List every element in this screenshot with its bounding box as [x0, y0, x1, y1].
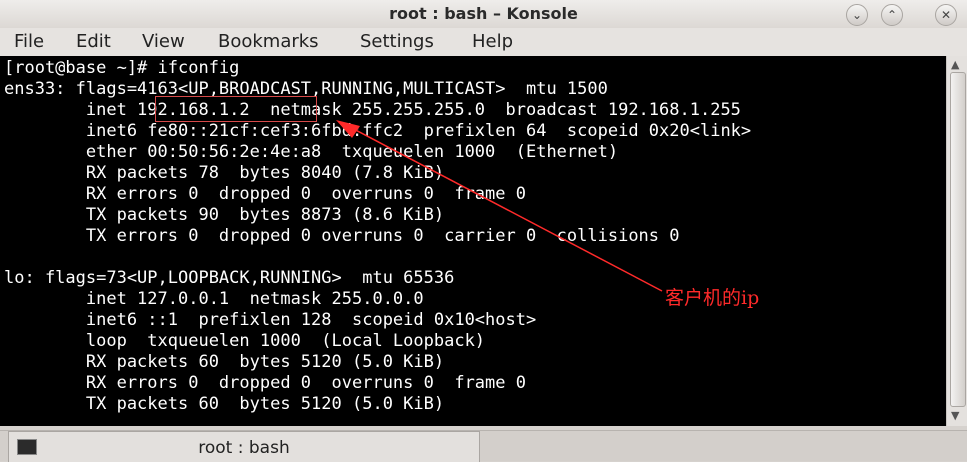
vertical-scrollbar[interactable]: ▲ ▼ [946, 56, 967, 426]
menu-settings[interactable]: Settings [360, 31, 434, 52]
scroll-up-icon[interactable]: ▲ [951, 58, 959, 71]
terminal-line: loop txqueuelen 1000 (Local Loopback) [4, 331, 486, 351]
terminal-line: ether 00:50:56:2e:4e:a8 txqueuelen 1000 … [4, 142, 619, 162]
title-bar: root : bash – Konsole ⌄ ⌃ ✕ [0, 0, 967, 28]
maximize-icon[interactable]: ⌃ [881, 4, 903, 26]
menu-help[interactable]: Help [472, 31, 513, 52]
terminal-line: inet6 fe80::21cf:cef3:6fbd:ffc2 prefixle… [4, 121, 752, 141]
scroll-down-icon[interactable]: ▼ [951, 409, 959, 422]
terminal-line: RX errors 0 dropped 0 overruns 0 frame 0 [4, 184, 526, 204]
terminal-line: TX errors 0 dropped 0 overruns 0 carrier… [4, 226, 680, 246]
annotation-label: 客户机的ip [665, 287, 760, 309]
terminal-line: RX errors 0 dropped 0 overruns 0 frame 0 [4, 373, 526, 393]
close-icon[interactable]: ✕ [935, 4, 957, 26]
ip-highlight-box [155, 96, 317, 122]
terminal-output[interactable]: [root@base ~]# ifconfig ens33: flags=416… [0, 56, 946, 426]
terminal-line: TX packets 90 bytes 8873 (8.6 KiB) [4, 205, 445, 225]
terminal-line: inet 192.168.1.2 netmask 255.255.255.0 b… [4, 100, 741, 120]
terminal-line: inet6 ::1 prefixlen 128 scopeid 0x10<hos… [4, 310, 537, 330]
menu-file[interactable]: File [14, 31, 44, 52]
tab-label: root : bash [198, 438, 290, 458]
terminal-line: [root@base ~]# ifconfig [4, 58, 240, 78]
terminal-line: RX packets 60 bytes 5120 (5.0 KiB) [4, 352, 445, 372]
tab-bar: root : bash [0, 430, 967, 462]
terminal-line: RX packets 78 bytes 8040 (7.8 KiB) [4, 163, 445, 183]
menu-bar: File Edit View Bookmarks Settings Help [0, 28, 967, 56]
menu-edit[interactable]: Edit [76, 31, 111, 52]
window-title: root : bash – Konsole [389, 4, 578, 23]
menu-bookmarks[interactable]: Bookmarks [218, 31, 319, 52]
scrollbar-thumb[interactable] [950, 72, 966, 407]
minimize-icon[interactable]: ⌄ [846, 4, 868, 26]
terminal-line: TX packets 60 bytes 5120 (5.0 KiB) [4, 394, 445, 414]
terminal-line: lo: flags=73<UP,LOOPBACK,RUNNING> mtu 65… [4, 268, 455, 288]
terminal-line: inet 127.0.0.1 netmask 255.0.0.0 [4, 289, 424, 309]
menu-view[interactable]: View [142, 31, 185, 52]
tab-root-bash[interactable]: root : bash [8, 431, 480, 462]
